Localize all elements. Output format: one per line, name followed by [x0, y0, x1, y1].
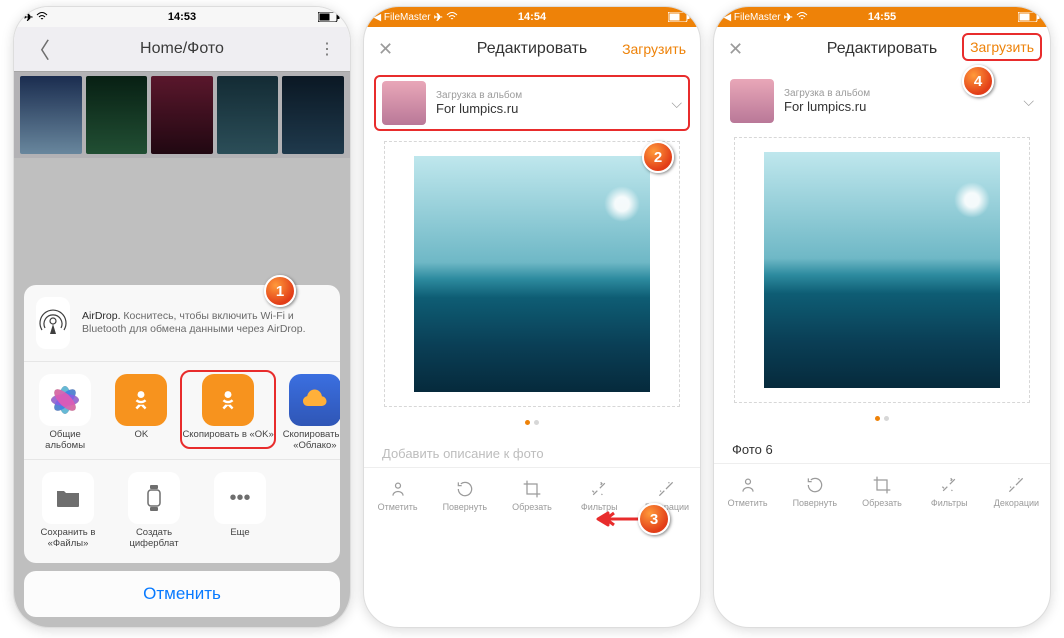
status-time: 14:54	[518, 11, 546, 23]
status-bar: ◀ FileMaster ✈ 14:54	[364, 7, 700, 27]
tool-decorations[interactable]: Декорации	[983, 464, 1050, 518]
arrow-left-icon	[596, 511, 640, 527]
status-bar: ✈ 14:53	[14, 7, 350, 27]
ok-icon	[202, 374, 254, 426]
airdrop-text: AirDrop. Коснитесь, чтобы включить Wi-Fi…	[82, 310, 328, 336]
battery-icon	[318, 12, 340, 22]
back-to-app-label[interactable]: FileMaster	[734, 12, 781, 23]
status-bar: ◀ FileMaster ✈ 14:55	[714, 7, 1050, 27]
callout-badge-1: 1	[264, 275, 296, 307]
phone-screen-3: ◀ FileMaster ✈ 14:55 ✕ Редактировать Заг…	[713, 6, 1051, 628]
album-name: For lumpics.ru	[436, 101, 661, 116]
album-name: For lumpics.ru	[784, 99, 1013, 114]
album-thumbnail	[382, 81, 426, 125]
share-actions-row: Сохранить в «Файлы» Создать циферблат ••…	[24, 460, 340, 563]
action-create-watchface[interactable]: Создать циферблат	[116, 472, 192, 549]
share-app-copy-to-cloud[interactable]: Скопировать в «Облако»	[280, 374, 340, 451]
page-title: Home/Фото	[140, 40, 224, 58]
tool-rotate[interactable]: Повернуть	[431, 468, 498, 522]
airplane-mode-icon: ✈	[434, 11, 443, 24]
phone-screen-2: ◀ FileMaster ✈ 14:54 ✕ Редактировать Заг…	[363, 6, 701, 628]
photo-preview	[764, 152, 1000, 388]
back-to-app-icon[interactable]: ◀	[374, 12, 381, 23]
back-icon[interactable]: 〈	[28, 33, 50, 65]
page-title: Редактировать	[827, 40, 938, 58]
watch-icon	[128, 472, 180, 524]
battery-icon	[668, 12, 690, 22]
callout-badge-2: 2	[642, 141, 674, 173]
share-app-copy-to-ok[interactable]: Скопировать в «OK»	[182, 374, 273, 440]
upload-button[interactable]: Загрузить	[970, 39, 1034, 55]
cancel-button[interactable]: Отменить	[24, 571, 340, 617]
page-title: Редактировать	[477, 40, 588, 58]
album-selector[interactable]: Загрузка в альбом For lumpics.ru ⌵	[374, 75, 690, 131]
photos-icon	[39, 374, 91, 426]
status-time: 14:55	[868, 11, 896, 23]
wifi-icon	[36, 11, 48, 24]
edit-toolbar: Отметить Повернуть Обрезать Фильтры Деко…	[714, 463, 1050, 518]
close-icon[interactable]: ✕	[378, 39, 393, 60]
tool-crop[interactable]: Обрезать	[848, 464, 915, 518]
chevron-down-icon: ⌵	[671, 95, 682, 112]
page-indicator	[364, 417, 700, 428]
tool-crop[interactable]: Обрезать	[498, 468, 565, 522]
status-time: 14:53	[168, 11, 196, 23]
share-app-ok[interactable]: OK	[106, 374, 176, 451]
back-to-app-icon[interactable]: ◀	[724, 12, 731, 23]
action-save-to-files[interactable]: Сохранить в «Файлы»	[30, 472, 106, 549]
caption-input[interactable]: Добавить описание к фото	[364, 436, 700, 467]
photo-preview-area[interactable]	[734, 137, 1030, 403]
album-thumbnail	[730, 79, 774, 123]
photo-preview-area[interactable]	[384, 141, 680, 407]
folder-icon	[42, 472, 94, 524]
cloud-icon	[289, 374, 340, 426]
header: 〈 Home/Фото ⋮	[14, 27, 350, 72]
tool-filters[interactable]: Фильтры	[916, 464, 983, 518]
page-indicator	[714, 413, 1050, 424]
chevron-down-icon: ⌵	[1023, 93, 1034, 110]
close-icon[interactable]: ✕	[728, 39, 743, 60]
more-icon[interactable]: ⋮	[319, 39, 336, 59]
wifi-icon	[796, 11, 808, 24]
action-more[interactable]: ••• Еще	[202, 472, 278, 549]
wifi-icon	[446, 11, 458, 24]
phone-screen-1: ✈ 14:53 〈 Home/Фото ⋮	[13, 6, 351, 628]
ok-icon	[115, 374, 167, 426]
tool-tag[interactable]: Отметить	[364, 468, 431, 522]
upload-button[interactable]: Загрузить	[622, 41, 686, 57]
airdrop-icon	[36, 297, 70, 349]
ellipsis-icon: •••	[214, 472, 266, 524]
callout-badge-3: 3	[638, 503, 670, 535]
battery-icon	[1018, 12, 1040, 22]
share-app-shared-albums[interactable]: Общие альбомы	[30, 374, 100, 451]
share-sheet: AirDrop. Коснитесь, чтобы включить Wi-Fi…	[24, 285, 340, 617]
header: ✕ Редактировать Загрузить	[714, 27, 1050, 71]
photo-preview	[414, 156, 650, 392]
header: ✕ Редактировать Загрузить	[364, 27, 700, 71]
caption-input[interactable]: Фото 6	[714, 432, 1050, 463]
airplane-mode-icon: ✈	[24, 11, 33, 24]
callout-badge-4: 4	[962, 65, 994, 97]
back-to-app-label[interactable]: FileMaster	[384, 12, 431, 23]
tool-rotate[interactable]: Повернуть	[781, 464, 848, 518]
airplane-mode-icon: ✈	[784, 11, 793, 24]
album-label: Загрузка в альбом	[436, 90, 661, 101]
tool-tag[interactable]: Отметить	[714, 464, 781, 518]
share-apps-row: Общие альбомы OK	[24, 362, 340, 460]
